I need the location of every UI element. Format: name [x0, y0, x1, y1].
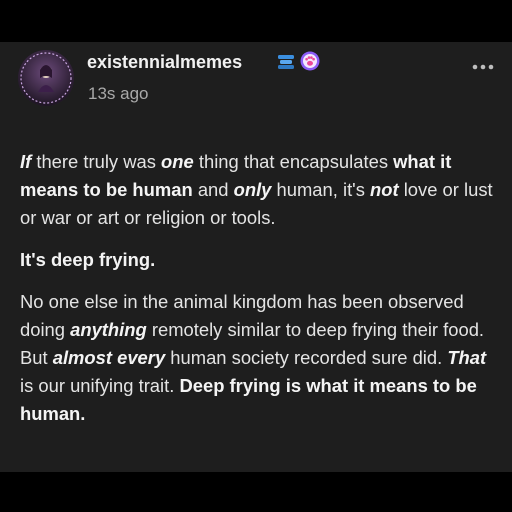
avatar-image [18, 50, 74, 106]
purple-paw-badge-icon [300, 51, 320, 71]
username[interactable]: existennialmemes [87, 52, 242, 73]
screen-frame: existennialmemes 13s ago If there truly … [0, 0, 512, 512]
emphasis-word: not [370, 179, 399, 200]
more-options-icon[interactable] [470, 60, 496, 74]
emphasis-word: That [447, 347, 487, 368]
paragraph-1: If there truly was one thing that encaps… [20, 151, 493, 228]
blue-badge-icon [278, 55, 294, 69]
post-body: If there truly was one thing that encaps… [20, 148, 498, 442]
emphasis-word: anything [70, 319, 147, 340]
paragraph-2: It's deep frying. [20, 249, 156, 270]
avatar[interactable] [18, 50, 74, 106]
emphasis-word: If [20, 151, 32, 172]
post-card: existennialmemes 13s ago If there truly … [0, 42, 512, 472]
post-timestamp: 13s ago [88, 84, 149, 103]
emphasis-word: one [161, 151, 194, 172]
emphasis-phrase: almost every [52, 347, 166, 368]
paragraph-3: No one else in the animal kingdom has be… [20, 291, 487, 424]
emphasis-word: only [233, 179, 272, 200]
